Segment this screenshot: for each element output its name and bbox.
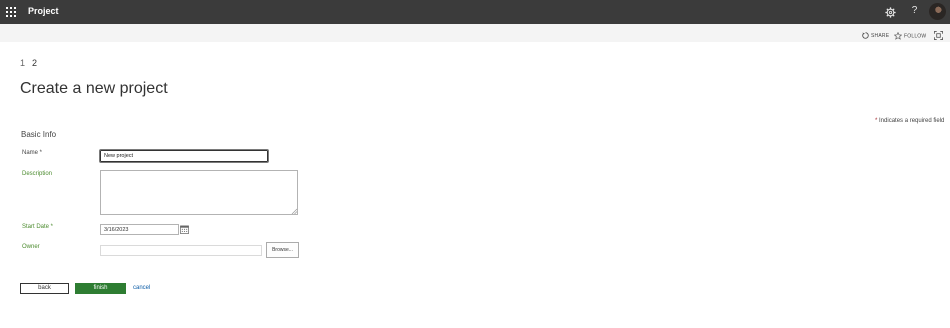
required-note-text: Indicates a required field — [879, 118, 945, 124]
resize-grip-icon[interactable] — [291, 208, 297, 214]
share-button[interactable]: SHARE — [862, 32, 889, 39]
back-button[interactable]: back — [20, 283, 69, 294]
help-icon[interactable]: ? — [909, 5, 920, 19]
start-date-field[interactable] — [100, 224, 179, 235]
finish-button[interactable]: finish — [75, 283, 126, 294]
suite-bar: Project ? — [0, 0, 950, 24]
owner-label: Owner — [22, 244, 40, 250]
name-field[interactable] — [99, 149, 269, 163]
calendar-icon[interactable] — [180, 225, 189, 234]
avatar[interactable] — [929, 3, 946, 20]
share-label: SHARE — [871, 32, 890, 39]
waffle-icon[interactable] — [6, 7, 17, 18]
owner-field[interactable] — [100, 245, 262, 256]
wizard-step-1[interactable]: 1 — [20, 58, 25, 68]
follow-button[interactable]: FOLLOW — [893, 31, 927, 40]
page-title: Create a new project — [20, 80, 168, 97]
required-field-note: * Indicates a required field — [875, 118, 944, 124]
name-label: Name * — [22, 150, 43, 156]
follow-label: FOLLOW — [904, 33, 927, 40]
description-label: Description — [22, 171, 53, 177]
focus-mode-icon[interactable] — [934, 31, 943, 40]
required-star: * — [875, 118, 878, 124]
start-date-label: Start Date * — [22, 224, 54, 230]
app-title[interactable]: Project — [28, 6, 59, 16]
browse-button[interactable]: Browse... — [266, 242, 299, 258]
cancel-link[interactable]: cancel — [133, 285, 150, 291]
wizard-step-2: 2 — [32, 58, 38, 68]
share-icon — [862, 32, 869, 39]
gear-icon[interactable] — [885, 7, 896, 18]
description-field[interactable] — [100, 170, 298, 215]
command-bar: SHARE FOLLOW — [0, 24, 950, 42]
star-icon — [893, 31, 903, 40]
section-heading: Basic Info — [21, 130, 57, 139]
